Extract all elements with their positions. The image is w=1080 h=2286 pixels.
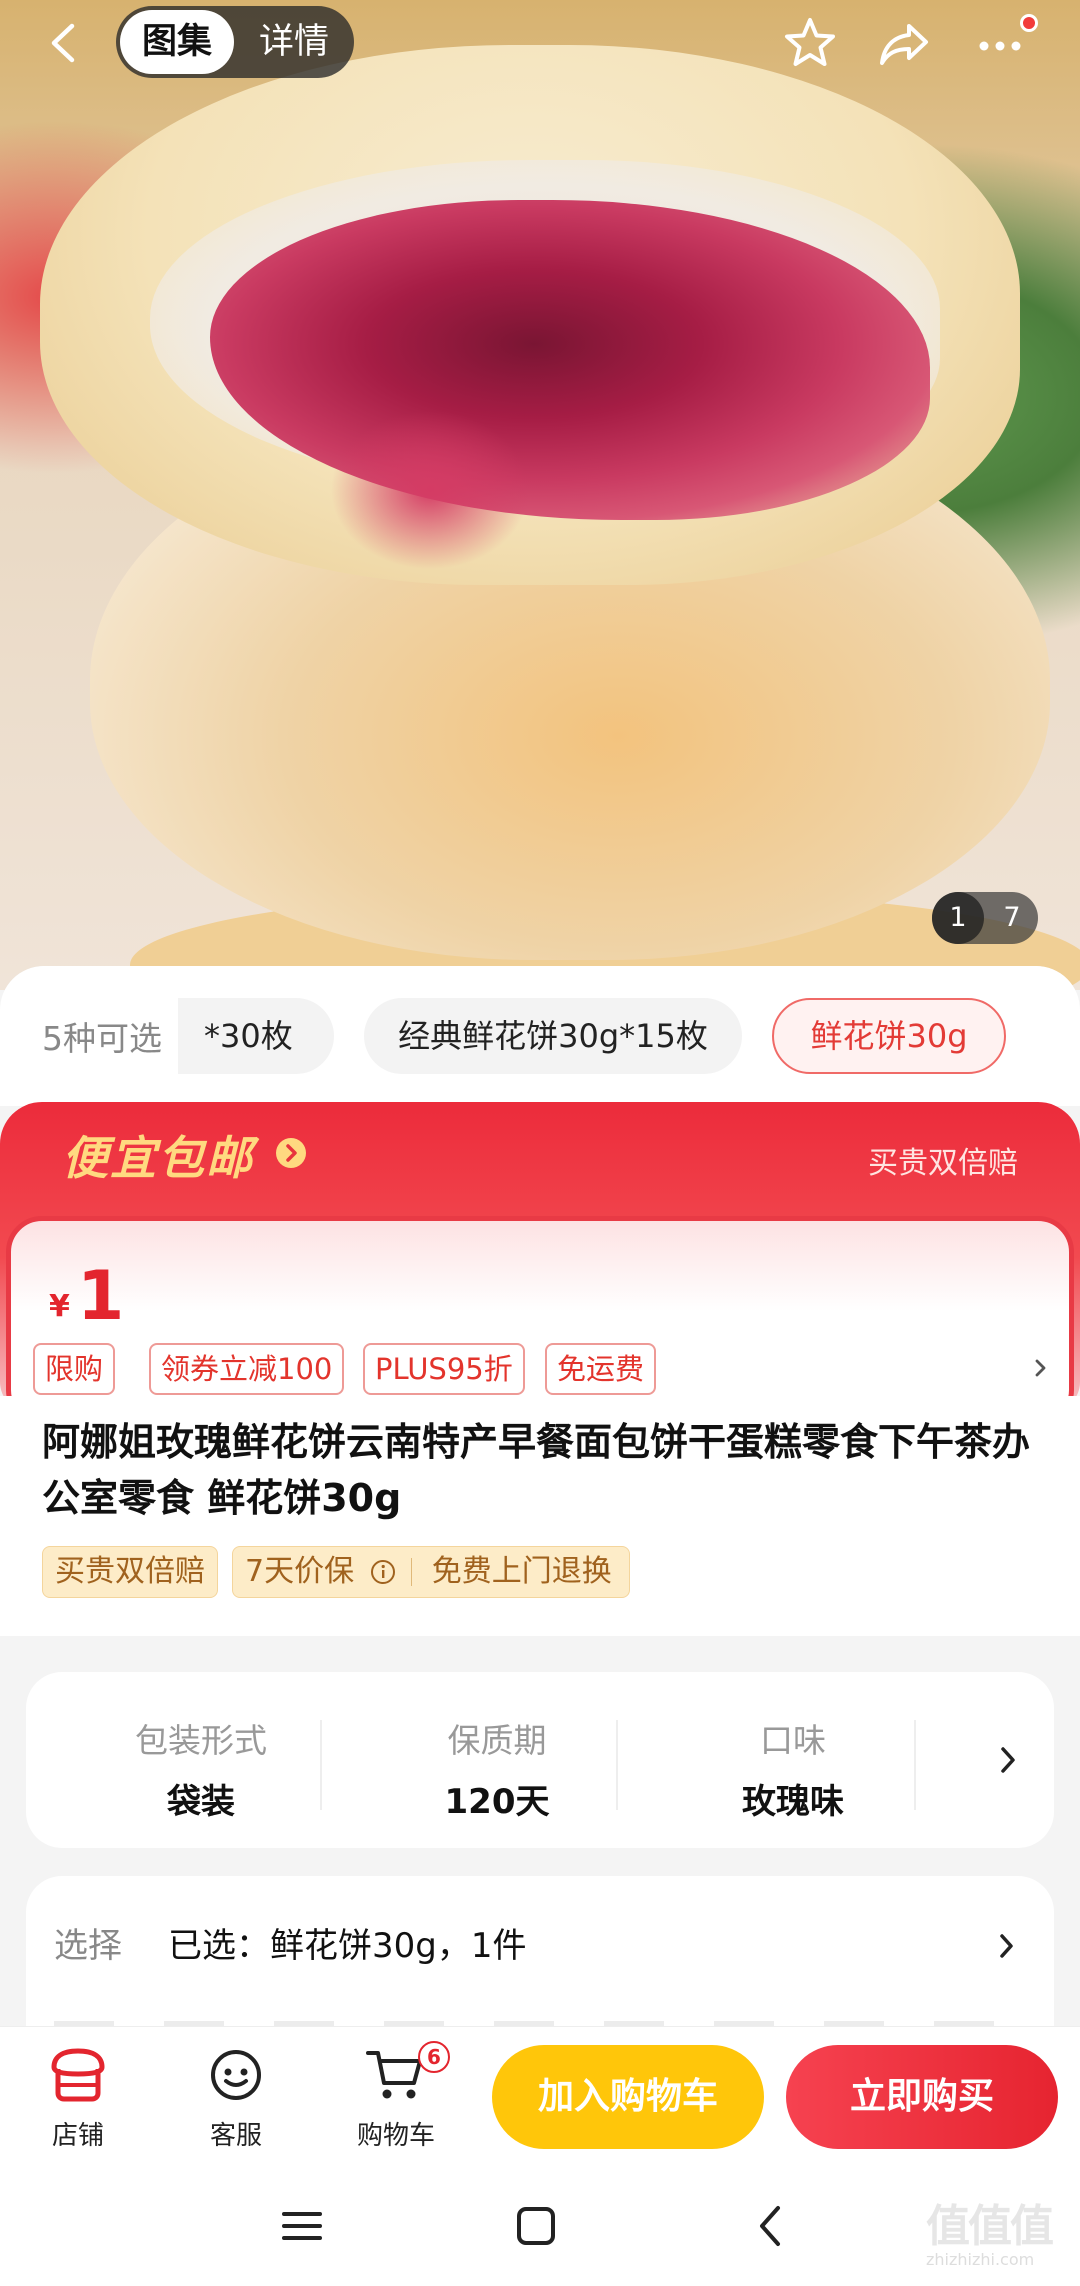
divider — [616, 1720, 618, 1810]
divider — [914, 1720, 916, 1810]
image-counter-total: 7 — [1003, 902, 1021, 933]
spec-option[interactable]: 经典鲜花饼30g*15枚 — [364, 998, 742, 1074]
service-badge: 免费上门退换 — [431, 1554, 612, 1589]
watermark: 值值值 zhizhizhi.com — [926, 2190, 1076, 2269]
chevron-right-icon[interactable] — [1029, 1353, 1053, 1383]
back-chevron-icon[interactable] — [742, 2196, 802, 2256]
home-square-icon[interactable] — [506, 2196, 566, 2256]
divider — [320, 1720, 322, 1810]
divider — [411, 1558, 413, 1586]
notification-dot — [1020, 14, 1038, 32]
selection-value: 已选：鲜花饼30g，1件 — [168, 1926, 527, 1966]
product-photo-filling-drip — [330, 410, 530, 570]
spec-selector-row: 5种可选 *30枚 经典鲜花饼30g*15枚 鲜花饼30g — [0, 966, 1080, 1106]
shop-label: 店铺 — [51, 2121, 104, 2151]
spec-option-selected[interactable]: 鲜花饼30g — [772, 998, 1006, 1074]
watermark-logo: 值值值 — [926, 2201, 1054, 2252]
chevron-right-icon[interactable] — [276, 1138, 306, 1168]
attribute-value: 玫瑰味 — [742, 1782, 844, 1822]
promo-tag: 领券立减100 — [149, 1343, 345, 1395]
share-icon[interactable] — [874, 14, 934, 74]
bottom-action-bar: 店铺 客服 6 购物车 加入购物车 立即购买 — [0, 2026, 1080, 2166]
attribute-item: 包装形式 袋装 — [56, 1672, 346, 1848]
attribute-item: 保质期 120天 — [352, 1672, 642, 1848]
shop-button[interactable]: 店铺 — [18, 2047, 138, 2157]
selection-card[interactable]: 选择 已选：鲜花饼30g，1件 — [26, 1876, 1054, 2026]
promo-title[interactable]: 便宜包邮 — [62, 1122, 254, 1188]
image-counter: 1 7 — [932, 892, 1038, 944]
price-value: 1 — [77, 1257, 125, 1336]
promo-card: 便宜包邮 买贵双倍赔 ¥ 1 限购 领券立减100 PLUS95折 免运费 — [0, 1102, 1080, 1426]
cart-button[interactable]: 6 购物车 — [336, 2041, 456, 2157]
tab-gallery[interactable]: 图集 — [120, 10, 234, 74]
buy-now-button[interactable]: 立即购买 — [786, 2045, 1058, 2149]
info-icon[interactable] — [370, 1559, 396, 1585]
shop-icon — [51, 2048, 105, 2102]
promo-tag: 免运费 — [545, 1343, 657, 1395]
selection-label: 选择 — [54, 1926, 122, 1966]
price-guarantee-text: 买贵双倍赔 — [868, 1146, 1018, 1181]
product-title-section: 阿娜姐玫瑰鲜花饼云南特产早餐面包饼干蛋糕零食下午茶办公室零食 鲜花饼30g 买贵… — [0, 1396, 1080, 1636]
currency-symbol: ¥ — [49, 1289, 70, 1324]
add-to-cart-button[interactable]: 加入购物车 — [492, 2045, 764, 2149]
promo-tag: 限购 — [33, 1343, 116, 1395]
service-button[interactable]: 客服 — [176, 2047, 296, 2157]
attribute-key: 口味 — [760, 1721, 826, 1760]
chevron-right-icon[interactable] — [994, 1740, 1022, 1780]
system-nav-bar: 值值值 zhizhizhi.com — [0, 2166, 1080, 2286]
attribute-key: 保质期 — [447, 1721, 547, 1760]
top-bar: 图集 详情 — [0, 0, 1080, 90]
chat-face-icon — [211, 2050, 261, 2100]
service-badge[interactable]: 买贵双倍赔 — [42, 1546, 218, 1598]
attribute-value: 袋装 — [167, 1782, 235, 1822]
menu-icon[interactable] — [272, 2196, 332, 2256]
service-badge: 7天价保 — [245, 1554, 355, 1589]
service-badge-group[interactable]: 7天价保 免费上门退换 — [232, 1546, 630, 1598]
attribute-item: 口味 玫瑰味 — [648, 1672, 938, 1848]
attributes-card[interactable]: 包装形式 袋装 保质期 120天 口味 玫瑰味 — [26, 1672, 1054, 1848]
product-title: 阿娜姐玫瑰鲜花饼云南特产早餐面包饼干蛋糕零食下午茶办公室零食 鲜花饼30g — [42, 1420, 1031, 1520]
view-switch: 图集 详情 — [116, 6, 354, 78]
service-label: 客服 — [209, 2121, 262, 2151]
tab-detail[interactable]: 详情 — [238, 10, 350, 74]
watermark-url: zhizhizhi.com — [926, 2250, 1035, 2269]
cart-count-badge: 6 — [418, 2041, 450, 2073]
back-arrow-icon[interactable] — [40, 18, 90, 68]
spec-count-label: 5种可选 — [42, 1019, 162, 1058]
star-icon[interactable] — [780, 14, 840, 74]
image-counter-current: 1 — [932, 892, 984, 944]
chevron-right-icon[interactable] — [994, 1928, 1018, 1964]
promo-tag: PLUS95折 — [363, 1343, 525, 1395]
attribute-key: 包装形式 — [135, 1721, 267, 1760]
price-card[interactable]: ¥ 1 限购 领券立减100 PLUS95折 免运费 — [6, 1216, 1074, 1426]
product-page: 图集 详情 1 7 5种可选 *30枚 经典鲜花饼30g*15枚 鲜花饼30g … — [0, 0, 1080, 2286]
product-image-carousel[interactable] — [0, 0, 1080, 990]
product-info-sheet: 5种可选 *30枚 经典鲜花饼30g*15枚 鲜花饼30g 便宜包邮 买贵双倍赔… — [0, 966, 1080, 2026]
cart-label: 购物车 — [356, 2121, 435, 2151]
spec-option[interactable]: *30枚 — [178, 998, 334, 1074]
attribute-value: 120天 — [444, 1782, 550, 1822]
